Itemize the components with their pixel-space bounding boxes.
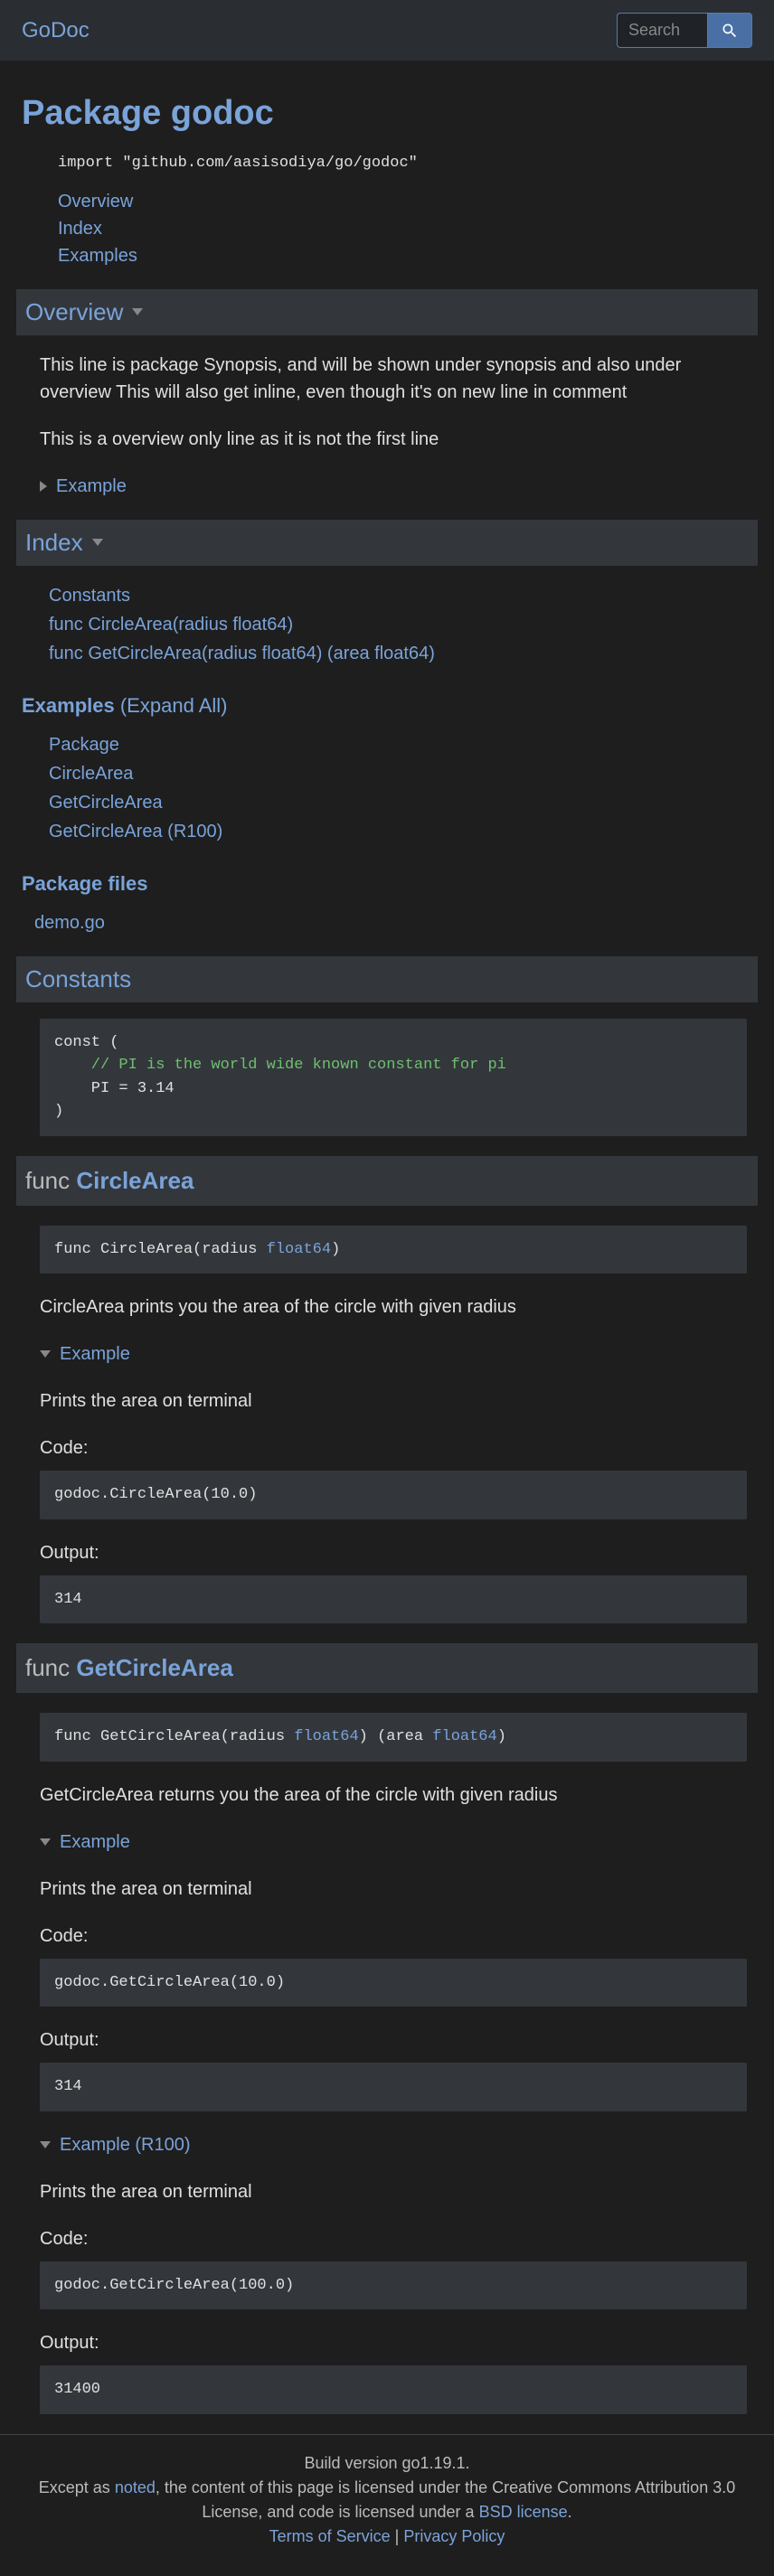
index-constants-link[interactable]: Constants: [49, 586, 130, 606]
footer-text-3: .: [568, 2503, 572, 2521]
getcirclearea-ex1-code: godoc.GetCircleArea(10.0): [40, 1959, 747, 2007]
overview-heading[interactable]: Overview: [16, 289, 758, 335]
getcirclearea-ex2-code: godoc.GetCircleArea(100.0): [40, 2261, 747, 2310]
toc-index-link[interactable]: Index: [58, 219, 102, 239]
overview-body: This line is package Synopsis, and will …: [40, 352, 747, 500]
getcirclearea-ex2-output-label: Output:: [40, 2329, 752, 2356]
func-circlearea-desc: CircleArea prints you the area of the ci…: [40, 1293, 752, 1321]
index-circlearea-link[interactable]: func CircleArea(radius float64): [49, 615, 293, 635]
expand-all-link[interactable]: (Expand All): [120, 694, 228, 717]
getcirclearea-ex2-code-label: Code:: [40, 2225, 752, 2252]
index-getcirclearea-link[interactable]: func GetCircleArea(radius float64) (area…: [49, 644, 435, 663]
footer: Build version go1.19.1. Except as noted,…: [0, 2434, 774, 2576]
footer-text-1: Except as: [39, 2478, 115, 2496]
func-getcirclearea-name[interactable]: GetCircleArea: [76, 1654, 232, 1681]
getcirclearea-ex2-output: 31400: [40, 2365, 747, 2414]
getcirclearea-example-label: Example: [60, 1829, 130, 1856]
footer-privacy-link[interactable]: Privacy Policy: [403, 2527, 505, 2545]
overview-line2: This is a overview only line as it is no…: [40, 426, 747, 453]
footer-sep: |: [391, 2527, 404, 2545]
footer-text-2: , the content of this page is licensed u…: [156, 2478, 735, 2521]
example-circlearea-link[interactable]: CircleArea: [49, 764, 133, 784]
func-circlearea-name[interactable]: CircleArea: [76, 1167, 194, 1194]
chevron-down-icon: [92, 539, 103, 546]
circlearea-output-label: Output:: [40, 1539, 752, 1566]
file-demo-link[interactable]: demo.go: [34, 913, 105, 933]
constants-heading: Constants: [16, 956, 758, 1002]
func-prefix: func: [25, 1167, 76, 1194]
examples-list: Package CircleArea GetCircleArea GetCirc…: [49, 731, 752, 845]
getcirclearea-ex2-desc: Prints the area on terminal: [40, 2178, 752, 2205]
circlearea-example-label: Example: [60, 1340, 130, 1368]
search-button[interactable]: [707, 13, 752, 48]
footer-build: Build version go1.19.1.: [22, 2451, 752, 2476]
chevron-down-icon: [40, 1350, 51, 1358]
getcirclearea-example-r100-toggle[interactable]: Example (R100): [40, 2131, 752, 2158]
top-bar: GoDoc: [0, 0, 774, 61]
getcirclearea-ex1-output-label: Output:: [40, 2026, 752, 2054]
example-getcirclearea-link[interactable]: GetCircleArea: [49, 793, 163, 813]
func-prefix: func: [25, 1654, 76, 1681]
index-list: Constants func CircleArea(radius float64…: [49, 582, 752, 667]
index-heading-text: Index: [25, 525, 83, 560]
toc: Overview Index Examples: [58, 188, 752, 269]
search-input[interactable]: [617, 13, 707, 48]
getcirclearea-example-toggle[interactable]: Example: [40, 1829, 752, 1856]
chevron-down-icon: [40, 1838, 51, 1846]
getcirclearea-ex1-output: 314: [40, 2063, 747, 2111]
func-getcirclearea-desc: GetCircleArea returns you the area of th…: [40, 1782, 752, 1809]
examples-heading-text: Examples: [22, 694, 115, 717]
func-getcirclearea-sig: func GetCircleArea(radius float64) (area…: [40, 1713, 747, 1762]
circlearea-example-output: 314: [40, 1575, 747, 1624]
func-getcirclearea-heading: func GetCircleArea: [16, 1643, 758, 1693]
chevron-down-icon: [40, 2141, 51, 2148]
circlearea-example-code: godoc.CircleArea(10.0): [40, 1471, 747, 1519]
overview-synopsis: This line is package Synopsis, and will …: [40, 352, 747, 406]
search-icon: [721, 22, 739, 40]
chevron-right-icon: [40, 481, 47, 492]
page-content: Package godoc import "github.com/aasisod…: [0, 61, 774, 2414]
func-circlearea-heading: func CircleArea: [16, 1156, 758, 1206]
circlearea-example-toggle[interactable]: Example: [40, 1340, 752, 1368]
footer-tos-link[interactable]: Terms of Service: [269, 2527, 391, 2545]
overview-example-toggle[interactable]: Example: [40, 473, 747, 500]
search-form: [617, 13, 752, 48]
footer-noted-link[interactable]: noted: [115, 2478, 156, 2496]
examples-heading: Examples (Expand All): [22, 691, 752, 720]
func-circlearea-sig: func CircleArea(radius float64): [40, 1226, 747, 1274]
footer-bsd-link[interactable]: BSD license: [479, 2503, 568, 2521]
overview-example-label: Example: [56, 473, 127, 500]
package-title: Package godoc: [22, 88, 752, 139]
toc-overview-link[interactable]: Overview: [58, 192, 133, 212]
getcirclearea-ex1-desc: Prints the area on terminal: [40, 1876, 752, 1903]
constants-code: const ( // PI is the world wide known co…: [40, 1019, 747, 1136]
chevron-down-icon: [132, 308, 143, 315]
import-statement: import "github.com/aasisodiya/go/godoc": [58, 152, 752, 175]
toc-examples-link[interactable]: Examples: [58, 246, 137, 266]
files-list: demo.go: [34, 909, 752, 936]
index-heading[interactable]: Index: [16, 520, 758, 566]
constants-heading-text: Constants: [25, 962, 131, 997]
overview-heading-text: Overview: [25, 295, 123, 330]
getcirclearea-ex1-code-label: Code:: [40, 1923, 752, 1950]
getcirclearea-example-r100-label: Example (R100): [60, 2131, 191, 2158]
package-files-heading: Package files: [22, 869, 752, 898]
brand-link[interactable]: GoDoc: [22, 14, 90, 47]
example-getcirclearea-r100-link[interactable]: GetCircleArea (R100): [49, 822, 222, 841]
circlearea-example-desc: Prints the area on terminal: [40, 1387, 752, 1415]
example-package-link[interactable]: Package: [49, 735, 119, 755]
circlearea-code-label: Code:: [40, 1434, 752, 1462]
